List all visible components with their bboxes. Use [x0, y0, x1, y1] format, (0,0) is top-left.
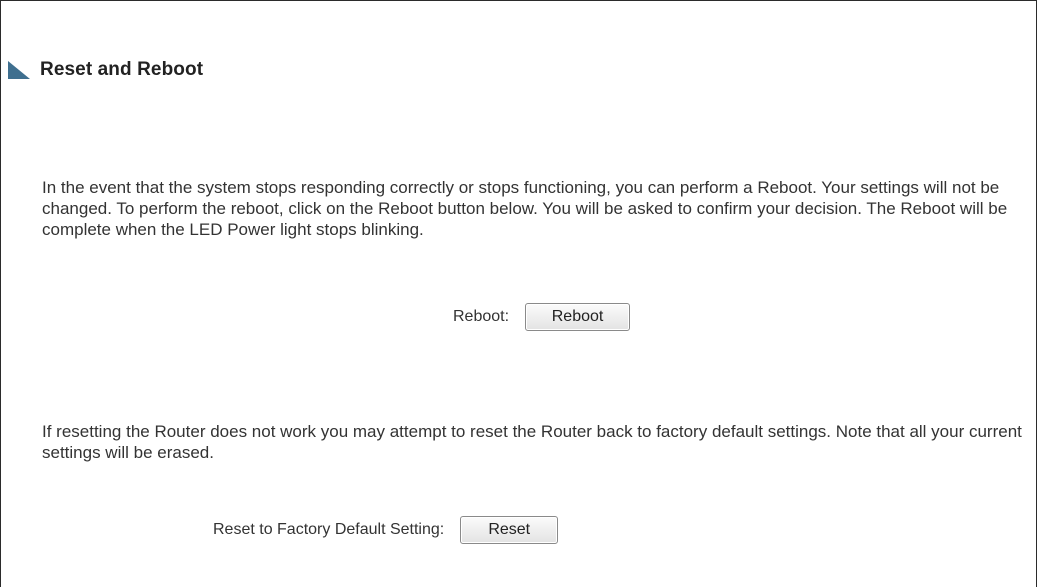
reboot-row: Reboot: Reboot	[453, 302, 631, 332]
reset-row: Reset to Factory Default Setting: Reset	[213, 515, 559, 545]
reset-label: Reset to Factory Default Setting:	[213, 521, 445, 538]
section-header: Reset and Reboot	[8, 56, 203, 84]
triangle-arrow-icon	[8, 61, 30, 79]
reboot-description: In the event that the system stops respo…	[42, 178, 1008, 239]
reset-button[interactable]: Reset	[460, 516, 559, 544]
reset-description: If resetting the Router does not work yo…	[42, 422, 1022, 462]
reboot-button[interactable]: Reboot	[525, 303, 631, 331]
page-title: Reset and Reboot	[40, 59, 204, 80]
reboot-label: Reboot:	[453, 308, 510, 325]
content-frame	[0, 0, 1037, 587]
